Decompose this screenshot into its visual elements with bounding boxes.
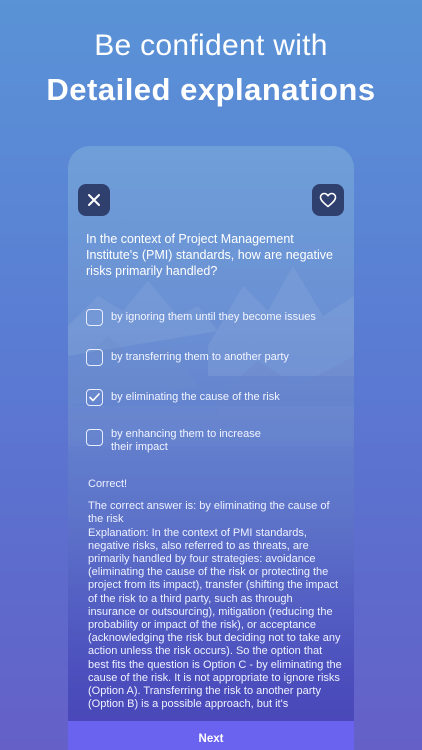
next-button[interactable]: Next bbox=[68, 721, 354, 750]
option-checkbox[interactable] bbox=[86, 309, 103, 326]
close-icon bbox=[88, 194, 100, 206]
option-label: by eliminating the cause of the risk bbox=[111, 391, 280, 403]
promo-headline: Be confident with Detailed explanations bbox=[0, 26, 422, 112]
explanation-text: The correct answer is: by eliminating th… bbox=[88, 500, 342, 711]
promo-title-line2: Detailed explanations bbox=[46, 72, 376, 107]
option-checkbox[interactable] bbox=[86, 349, 103, 366]
heart-icon bbox=[319, 192, 337, 208]
answer-option-a[interactable]: by ignoring them until they become issue… bbox=[86, 309, 336, 326]
explanation-panel: Correct! The correct answer is: by elimi… bbox=[88, 478, 342, 711]
checkmark-icon bbox=[89, 393, 100, 402]
option-checkbox-checked[interactable] bbox=[86, 389, 103, 406]
next-label: Next bbox=[198, 733, 224, 745]
option-label: by transferring them to another party bbox=[111, 351, 289, 363]
favorite-button[interactable] bbox=[312, 184, 344, 216]
option-label: by ignoring them until they become issue… bbox=[111, 311, 316, 323]
promo-title-line1: Be confident with bbox=[94, 29, 328, 62]
answer-option-c[interactable]: by eliminating the cause of the risk bbox=[86, 389, 336, 406]
answer-option-d[interactable]: by enhancing them to increase their impa… bbox=[86, 426, 336, 454]
answer-option-b[interactable]: by transferring them to another party bbox=[86, 349, 336, 366]
option-label: by enhancing them to increase their impa… bbox=[111, 428, 261, 453]
result-text: Correct! bbox=[88, 478, 128, 490]
close-button[interactable] bbox=[78, 184, 110, 216]
phone-screen: In the context of Project Management Ins… bbox=[68, 146, 354, 750]
question-text: In the context of Project Management Ins… bbox=[86, 232, 333, 278]
option-checkbox[interactable] bbox=[86, 429, 103, 446]
